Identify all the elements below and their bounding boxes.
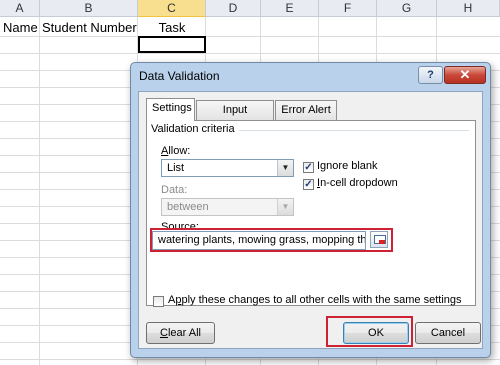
tab-error-alert[interactable]: Error Alert (275, 100, 337, 120)
data-label: Data: (161, 184, 188, 196)
validation-criteria-heading: Validation criteria (151, 123, 235, 135)
ok-highlight-box (326, 316, 413, 347)
in-cell-dropdown-label[interactable]: In-cell dropdown (317, 177, 398, 189)
grid-line (0, 53, 500, 54)
column-header-b[interactable]: B (40, 0, 138, 17)
column-header-g[interactable]: G (377, 0, 437, 17)
cancel-button[interactable]: Cancel (415, 322, 481, 344)
cell-b1[interactable]: Student Number (42, 18, 137, 38)
column-header-a[interactable]: A (0, 0, 40, 17)
ignore-blank-label[interactable]: Ignore blank (317, 160, 378, 172)
dialog-titlebar[interactable]: Data Validation ? ✕ (131, 63, 490, 89)
cell-c1[interactable]: Task (138, 18, 206, 38)
close-icon: ✕ (459, 67, 471, 82)
close-button[interactable]: ✕ (444, 66, 486, 84)
dialog-title: Data Validation (139, 69, 220, 83)
ignore-blank-checkbox[interactable]: ✓ (303, 162, 314, 173)
column-header-f[interactable]: F (319, 0, 377, 17)
allow-select[interactable]: List ▼ (161, 159, 294, 177)
dialog-body: Settings Input Message Error Alert Valid… (138, 91, 483, 349)
tab-input-message[interactable]: Input Message (196, 100, 274, 135)
grid-line (0, 359, 500, 360)
source-highlight-box (150, 228, 393, 252)
allow-select-value: List (167, 162, 185, 174)
clear-all-button[interactable]: Clear All (146, 322, 215, 344)
cell-a1[interactable]: Name (3, 18, 38, 38)
settings-panel: Validation criteria Allow: List ▼ ✓ Igno… (146, 120, 476, 307)
column-header-d[interactable]: D (206, 0, 261, 17)
chevron-down-icon: ▼ (277, 199, 293, 215)
tab-settings[interactable]: Settings (146, 98, 195, 121)
group-divider (239, 130, 469, 131)
data-select: between ▼ (161, 198, 294, 216)
in-cell-dropdown-checkbox[interactable]: ✓ (303, 179, 314, 190)
help-button[interactable]: ? (418, 66, 443, 84)
apply-to-all-label[interactable]: Apply these changes to all other cells w… (168, 294, 462, 306)
data-select-value: between (167, 201, 209, 213)
chevron-down-icon[interactable]: ▼ (277, 160, 293, 176)
column-header-h[interactable]: H (437, 0, 500, 17)
apply-to-all-checkbox[interactable] (153, 296, 164, 307)
column-header-e[interactable]: E (261, 0, 319, 17)
data-validation-dialog: Data Validation ? ✕ Settings Input Messa… (130, 62, 491, 358)
column-header-c[interactable]: C (138, 0, 206, 17)
active-cell-c2[interactable] (138, 36, 206, 53)
allow-label: Allow: (161, 145, 191, 157)
